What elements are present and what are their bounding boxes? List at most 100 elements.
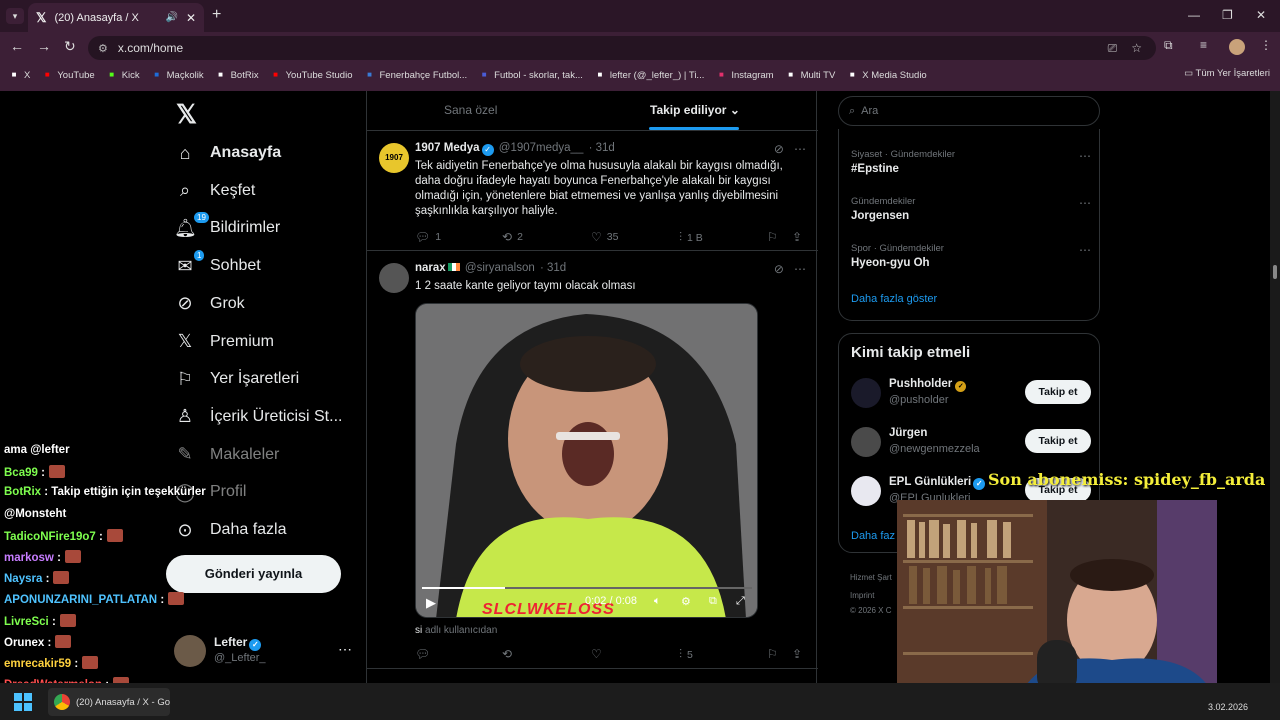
bookmark-item[interactable]: ■ Maçkolik	[151, 69, 203, 81]
more-dots-icon[interactable]: ⋯	[1079, 243, 1091, 257]
back-icon[interactable]: ←	[10, 38, 24, 54]
nav-item-x[interactable]: 𝕏 Premium	[174, 328, 274, 356]
fullscreen-icon[interactable]: ⤢	[736, 595, 745, 608]
follow-button[interactable]: Takip et	[1025, 380, 1091, 404]
bookmark-item[interactable]: ■ X	[8, 69, 31, 81]
chat-user: Orunex	[4, 636, 45, 649]
windows-start-icon[interactable]	[14, 693, 32, 711]
video-player[interactable]: SLCLWKELOSS ▶ 0:02 / 0:08 🔈︎ ⚙ ⧉ ⤢	[415, 303, 758, 618]
follow-suggestion[interactable]: Pushholder ✓ @pusholder Takip et	[851, 376, 1091, 412]
profile-avatar-icon[interactable]	[1229, 39, 1245, 55]
nav-item-grok[interactable]: ⊘ Grok	[174, 290, 244, 318]
bookmark-item[interactable]: ■ Fenerbahçe Futbol...	[364, 69, 467, 81]
nav-item-creator-studio[interactable]: ♙ İçerik Üreticisi St...	[174, 403, 343, 431]
footer-link[interactable]: Hizmet Şart	[850, 573, 892, 582]
media-control-icon[interactable]: ≡	[1200, 38, 1207, 52]
bookmark-item[interactable]: ■ Kick	[106, 69, 139, 81]
more-dots-icon[interactable]: ⋯	[338, 641, 352, 658]
cast-icon[interactable]: ⎚	[1108, 41, 1118, 56]
bookmark-button[interactable]: ⚐	[767, 647, 783, 661]
taskbar-chrome-app[interactable]: (20) Anasayfa / X - Goo	[48, 688, 170, 716]
search-input[interactable]: ⌕ Ara	[838, 96, 1100, 126]
follow-button[interactable]: Takip et	[1025, 429, 1091, 453]
avatar[interactable]	[851, 476, 881, 506]
nav-item-bell[interactable]: 🔔︎ 19 Bildirimler	[174, 211, 280, 242]
grok-icon[interactable]: ⊘	[774, 262, 784, 276]
bookmark-item[interactable]: ■ Instagram	[715, 69, 774, 81]
all-bookmarks[interactable]: ▭ Tüm Yer İşaretleri	[1184, 68, 1270, 79]
bookmark-item[interactable]: ■ BotRix	[215, 69, 258, 81]
bookmark-item[interactable]: ■ lefter (@_lefter_) | Ti...	[594, 69, 704, 81]
show-more-link[interactable]: Daha fazla göster	[851, 293, 937, 305]
maximize-icon[interactable]: ❐	[1222, 8, 1233, 22]
grok-icon[interactable]: ⊘	[774, 142, 784, 156]
repost-button[interactable]: ⟲ 2	[502, 230, 523, 244]
address-bar[interactable]: ⚙ x.com/home ⎚ ☆	[88, 36, 1156, 60]
bookmark-item[interactable]: ■ YouTube	[41, 69, 95, 81]
views-button[interactable]: ⫶ 1 B	[679, 230, 703, 245]
tweet-author[interactable]: 1907 Medya	[415, 142, 480, 154]
tweet[interactable]: narax @siryanalson · 31d ⊘ ⋯ 1 2 saate k…	[367, 251, 818, 669]
tweet-handle[interactable]: @siryanalson	[465, 262, 535, 274]
extensions-icon[interactable]: ⧉	[1164, 38, 1173, 53]
tweet-handle[interactable]: @1907medya__	[499, 142, 584, 154]
reload-icon[interactable]: ↻	[64, 38, 76, 55]
browser-menu-icon[interactable]: ⋮	[1260, 38, 1272, 52]
tweet-time[interactable]: · 31d	[589, 142, 615, 154]
nav-item-mail[interactable]: ✉ 1 Sohbet	[174, 249, 261, 280]
play-icon[interactable]: ▶	[426, 595, 436, 611]
bookmark-item[interactable]: ■ X Media Studio	[846, 69, 927, 81]
settings-icon[interactable]: ⚙	[681, 595, 691, 608]
avatar[interactable]: 1907	[379, 143, 409, 173]
tweet-author[interactable]: narax	[415, 262, 446, 274]
more-dots-icon[interactable]: ⋯	[794, 142, 806, 156]
active-tab[interactable]: 𝕏 (20) Anasayfa / X 🔊 ✕	[28, 3, 204, 32]
bookmark-item[interactable]: ■ Multi TV	[785, 69, 835, 81]
nav-item-search[interactable]: ⌕ Keşfet	[174, 177, 255, 205]
bookmark-star-icon[interactable]: ☆	[1131, 41, 1142, 55]
x-logo-icon[interactable]: 𝕏	[176, 99, 197, 130]
trend-item[interactable]: Gündemdekiler Jorgensen ⋯	[851, 196, 1091, 222]
share-button[interactable]: ⇪	[792, 647, 807, 661]
show-more-link-2[interactable]: Daha faz	[851, 530, 895, 542]
bookmark-item[interactable]: ■ Futbol - skorlar, tak...	[478, 69, 583, 81]
avatar[interactable]	[851, 427, 881, 457]
trend-item[interactable]: Siyaset · Gündemdekiler #Epstine ⋯	[851, 149, 1091, 175]
like-button[interactable]: ♡ 35	[591, 230, 618, 244]
follow-suggestion[interactable]: Jürgen @newgenmezzela Takip et	[851, 425, 1091, 461]
pip-icon[interactable]: ⧉	[709, 595, 717, 608]
search-icon: ⌕	[179, 180, 191, 201]
speaker-icon[interactable]: 🔊	[165, 12, 177, 23]
tab-following[interactable]: Takip ediliyor ⌄	[650, 103, 740, 117]
minimize-icon[interactable]: —	[1188, 8, 1200, 22]
volume-icon[interactable]: 🔈︎	[654, 595, 661, 608]
views-button[interactable]: ⫶ 5	[679, 647, 693, 662]
tab-search-button[interactable]: ▾	[6, 8, 24, 24]
avatar[interactable]	[379, 263, 409, 293]
trend-item[interactable]: Spor · Gündemdekiler Hyeon-gyu Oh ⋯	[851, 243, 1091, 269]
window-close-icon[interactable]: ✕	[1256, 8, 1266, 22]
nav-item-bookmark[interactable]: ⚐ Yer İşaretleri	[174, 365, 299, 393]
tweet[interactable]: 1907 1907 Medya ✓ @1907medya__ · 31d ⊘ ⋯ …	[367, 131, 818, 251]
avatar[interactable]	[851, 378, 881, 408]
more-dots-icon[interactable]: ⋯	[1079, 149, 1091, 163]
footer-link[interactable]: Imprint	[850, 591, 874, 600]
reply-button[interactable]: 💬︎	[415, 647, 435, 661]
reply-button[interactable]: 💬︎ 1	[415, 230, 441, 244]
nav-item-home[interactable]: ⌂ Anasayfa	[174, 139, 282, 167]
site-info-icon[interactable]: ⚙	[98, 42, 108, 55]
bookmark-button[interactable]: ⚐	[767, 230, 783, 244]
tweet-time[interactable]: · 31d	[540, 262, 566, 274]
forward-icon[interactable]: →	[37, 38, 51, 54]
like-button[interactable]: ♡	[591, 647, 607, 661]
new-tab-button[interactable]: +	[212, 6, 221, 24]
page-scrollbar[interactable]	[1270, 91, 1280, 683]
more-dots-icon[interactable]: ⋯	[1079, 196, 1091, 210]
share-button[interactable]: ⇪	[792, 230, 807, 244]
more-dots-icon[interactable]: ⋯	[794, 262, 806, 276]
repost-button[interactable]: ⟲	[502, 647, 517, 661]
tab-for-you[interactable]: Sana özel	[444, 103, 497, 117]
video-source[interactable]: si adlı kullanıcıdan	[415, 625, 497, 636]
bookmark-item[interactable]: ■ YouTube Studio	[270, 69, 352, 81]
close-tab-icon[interactable]: ✕	[186, 11, 196, 25]
